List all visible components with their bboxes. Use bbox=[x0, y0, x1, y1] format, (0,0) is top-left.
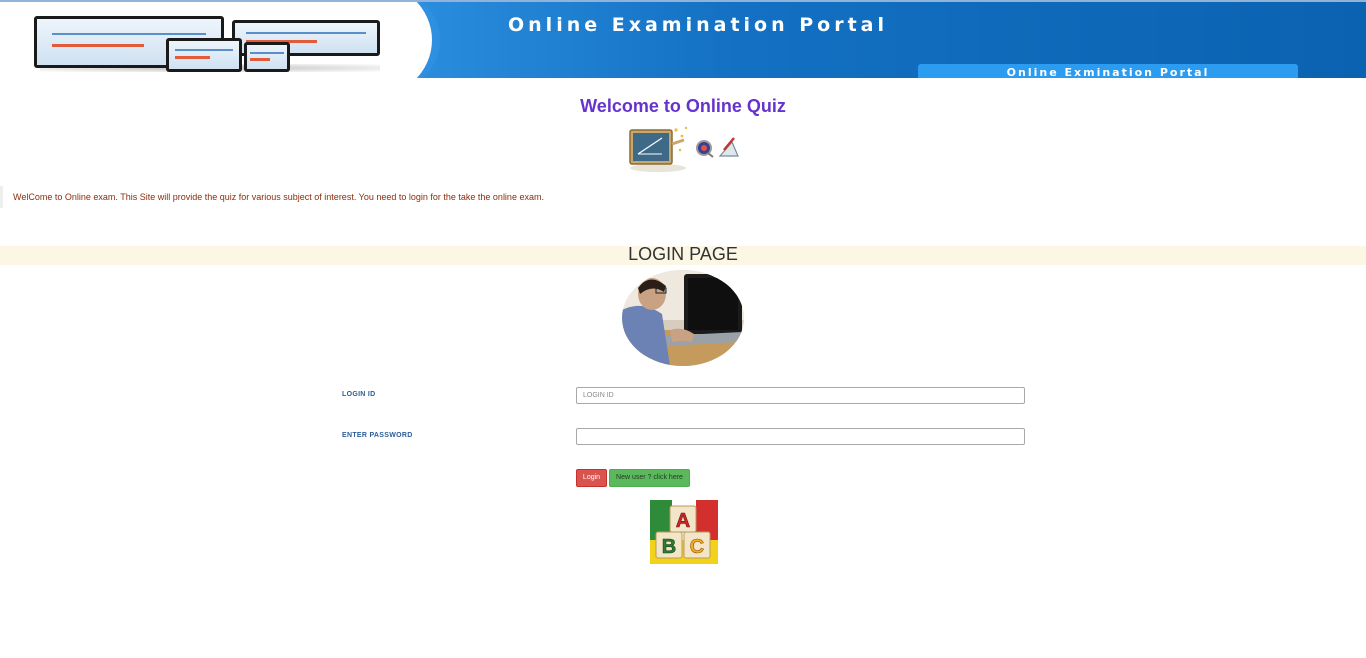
banner-title: Online Examination Portal bbox=[508, 14, 888, 36]
user-laptop-photo bbox=[622, 270, 744, 366]
tablet-device-icon bbox=[166, 38, 242, 72]
login-id-label: LOGIN ID bbox=[342, 391, 376, 398]
banner-subtitle: Online Exmination Portal bbox=[1006, 66, 1210, 78]
login-button[interactable]: Login bbox=[576, 469, 607, 487]
password-label: ENTER PASSWORD bbox=[342, 432, 413, 439]
phone-device-icon bbox=[244, 42, 290, 72]
login-page-title: LOGIN PAGE bbox=[628, 244, 738, 264]
intro-text: WelCome to Online exam. This Site will p… bbox=[0, 186, 1366, 208]
abc-blocks-image: A B C bbox=[650, 500, 718, 564]
block-letter-c: C bbox=[690, 536, 704, 558]
header-banner: Online Examination Portal Online Exminat… bbox=[0, 2, 1366, 78]
block-letter-a: A bbox=[676, 510, 690, 532]
new-user-button[interactable]: New user ? click here bbox=[609, 469, 690, 487]
login-id-input[interactable] bbox=[576, 387, 1025, 404]
quiz-board-icon bbox=[629, 126, 739, 172]
banner-subtitle-tab: Online Exmination Portal bbox=[918, 64, 1298, 78]
block-letter-b: B bbox=[662, 536, 676, 558]
welcome-heading: Welcome to Online Quiz bbox=[580, 96, 786, 116]
password-input[interactable] bbox=[576, 428, 1025, 445]
